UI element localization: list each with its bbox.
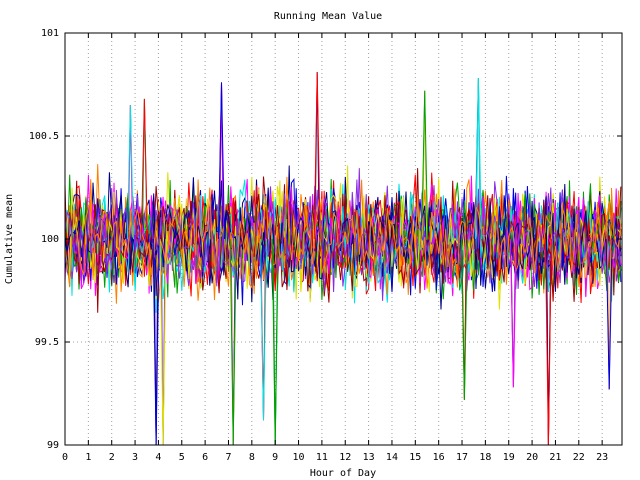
y-axis-label: Cumulative mean xyxy=(4,194,15,284)
x-tick-label: 8 xyxy=(249,452,255,463)
x-tick-label: 9 xyxy=(272,452,278,463)
x-tick-label: 18 xyxy=(479,452,491,463)
y-tick-label: 99 xyxy=(47,440,59,451)
x-tick-label: 21 xyxy=(549,452,561,463)
x-tick-label: 10 xyxy=(293,452,305,463)
x-tick-label: 19 xyxy=(503,452,515,463)
chart-title: Running Mean Value xyxy=(274,11,382,22)
x-tick-label: 17 xyxy=(456,452,468,463)
x-tick-label: 15 xyxy=(409,452,421,463)
x-tick-label: 11 xyxy=(316,452,328,463)
x-tick-label: 14 xyxy=(386,452,398,463)
x-tick-label: 4 xyxy=(155,452,161,463)
x-axis-label: Hour of Day xyxy=(310,468,376,479)
x-tick-label: 13 xyxy=(363,452,375,463)
x-tick-label: 23 xyxy=(596,452,608,463)
x-tick-label: 2 xyxy=(109,452,115,463)
x-tick-label: 1 xyxy=(85,452,91,463)
x-tick-label: 6 xyxy=(202,452,208,463)
x-tick-label: 3 xyxy=(132,452,138,463)
y-tick-label: 99.5 xyxy=(35,337,59,348)
x-tick-label: 22 xyxy=(573,452,585,463)
x-tick-label: 0 xyxy=(62,452,68,463)
x-tick-label: 16 xyxy=(433,452,445,463)
x-tick-label: 7 xyxy=(225,452,231,463)
y-tick-label: 100.5 xyxy=(29,131,59,142)
x-tick-label: 20 xyxy=(526,452,538,463)
chart: 0 1 2 3 4 5 6 7 8 9 10 11 12 13 14 15 16 17 18 19 20 21 22 2399… xyxy=(0,0,640,480)
y-tick-label: 100 xyxy=(41,234,59,245)
x-tick-label: 5 xyxy=(179,452,185,463)
y-tick-label: 101 xyxy=(41,28,59,39)
x-tick-label: 12 xyxy=(339,452,351,463)
